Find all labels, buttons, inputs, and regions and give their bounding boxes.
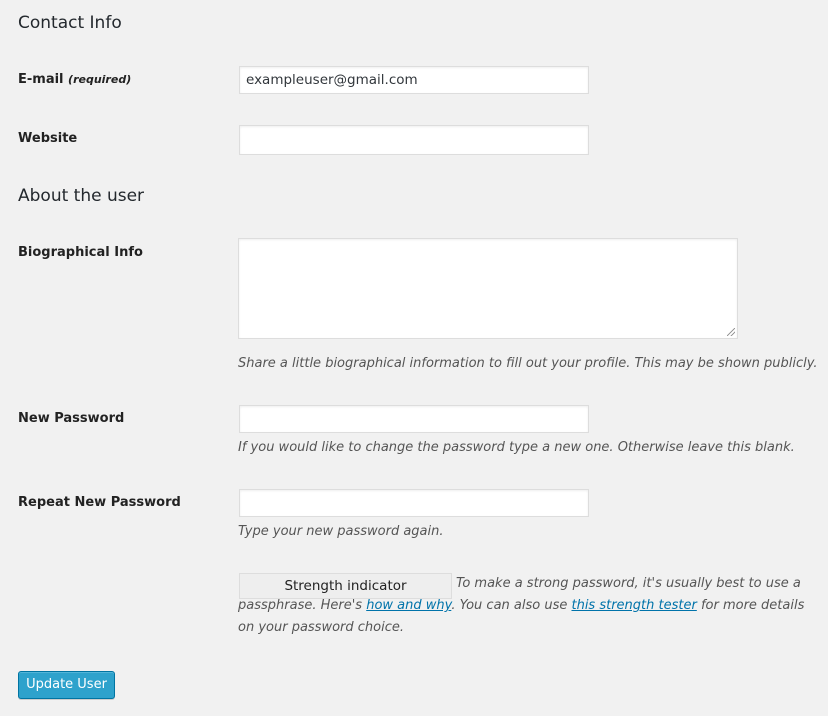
bio-description: Share a little biographical information … — [238, 356, 818, 371]
website-label: Website — [18, 131, 78, 146]
bio-textarea[interactable] — [238, 238, 738, 339]
how-and-why-link[interactable]: how and why — [366, 598, 451, 613]
repeat-password-label: Repeat New Password — [18, 495, 181, 510]
about-user-heading: About the user — [18, 186, 145, 206]
update-user-button[interactable]: Update User — [18, 671, 115, 699]
repeat-password-input[interactable] — [239, 489, 589, 517]
new-password-label: New Password — [18, 411, 125, 426]
new-password-input[interactable] — [239, 405, 589, 433]
email-label-text: E-mail — [18, 72, 64, 87]
bio-label: Biographical Info — [18, 245, 143, 260]
strength-tester-link[interactable]: this strength tester — [571, 598, 696, 613]
contact-info-heading: Contact Info — [18, 13, 122, 33]
hint-text-2: . You can also use — [451, 598, 572, 613]
new-password-description: If you would like to change the password… — [238, 440, 795, 455]
repeat-password-description: Type your new password again. — [238, 524, 444, 539]
email-label: E-mail (required) — [18, 72, 131, 87]
website-input[interactable] — [239, 125, 589, 155]
email-input[interactable] — [239, 66, 589, 94]
password-hint: To make a strong password, it's usually … — [238, 573, 813, 639]
resize-handle-icon[interactable] — [727, 328, 735, 336]
required-note: (required) — [68, 73, 132, 86]
